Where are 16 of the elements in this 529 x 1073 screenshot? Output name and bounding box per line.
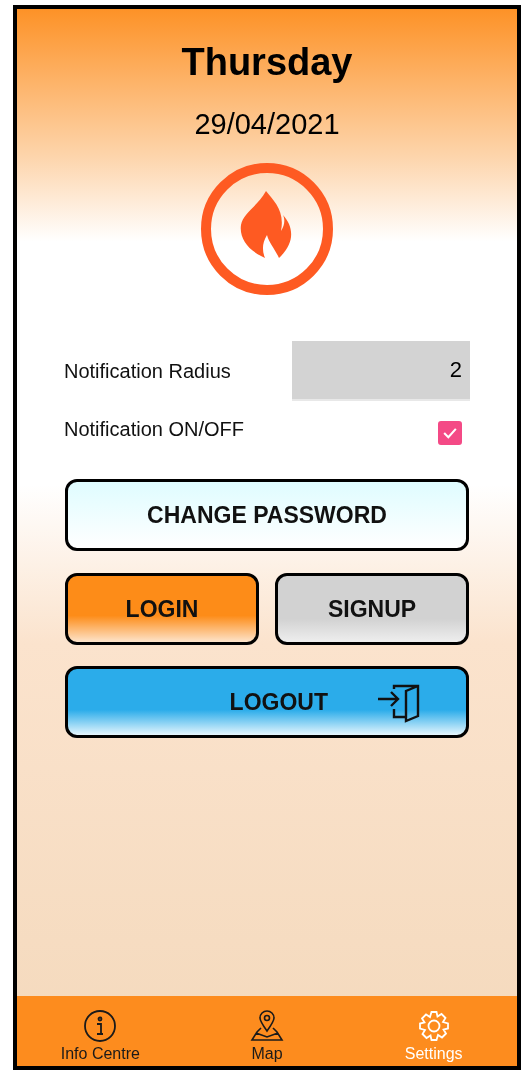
notification-label: Notification ON/OFF — [64, 417, 245, 441]
radius-input-field[interactable]: 2 — [292, 341, 470, 401]
logout-button[interactable]: LOGOUT — [65, 666, 469, 738]
flame-logo-icon — [199, 161, 335, 297]
map-pin-icon — [250, 1009, 284, 1043]
change-password-button[interactable]: CHANGE PASSWORD — [65, 479, 469, 551]
notification-checkbox[interactable] — [438, 421, 462, 445]
date-text: 29/04/2021 — [194, 108, 340, 141]
nav-tab[interactable]: Info Centre — [35, 996, 166, 1066]
info-icon — [83, 1009, 118, 1043]
login-button[interactable]: LOGIN — [65, 573, 259, 645]
day-title: Thursday — [181, 41, 353, 84]
settings-icon — [416, 1009, 451, 1043]
nav-tab[interactable]: Map — [202, 996, 332, 1066]
signup-button[interactable]: SIGNUP — [275, 573, 469, 645]
radius-label: Notification Radius — [64, 359, 231, 383]
